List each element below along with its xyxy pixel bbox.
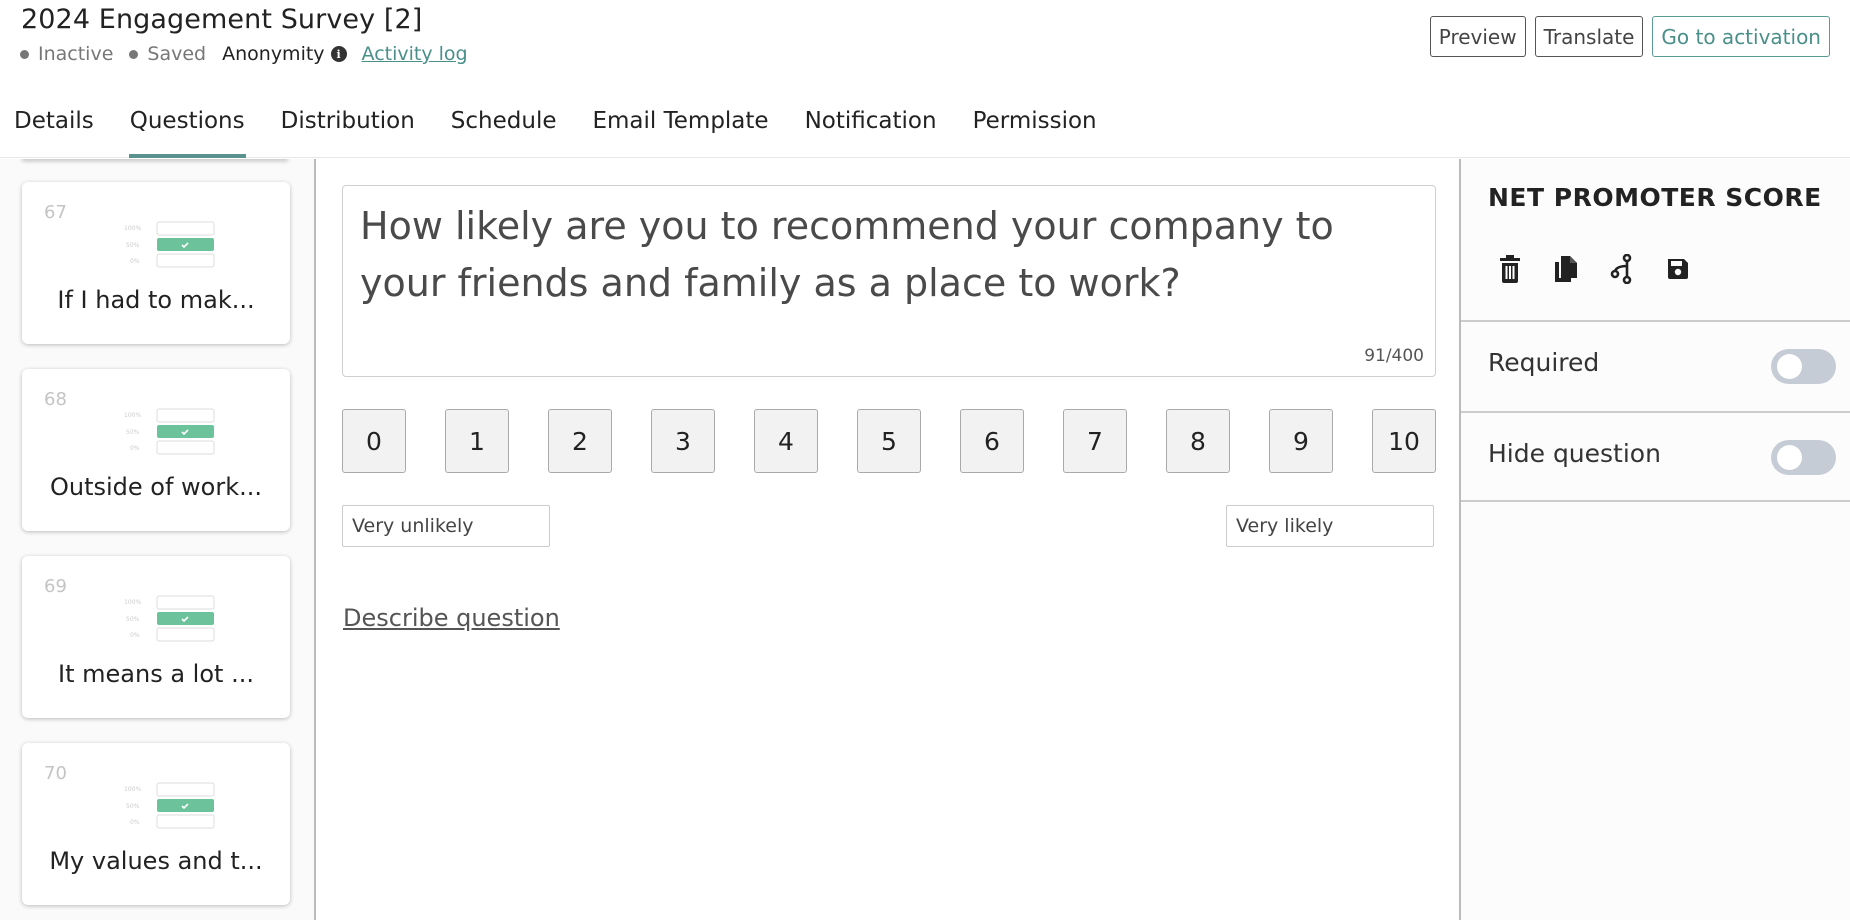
scale-option[interactable]: 4: [754, 409, 818, 473]
status-saved: Saved: [129, 43, 206, 65]
tab-permission[interactable]: Permission: [955, 100, 1115, 158]
translate-button[interactable]: Translate: [1534, 16, 1644, 57]
describe-question-link[interactable]: Describe question: [343, 604, 560, 632]
question-number: 68: [44, 389, 67, 410]
thumb-label-0: 0%: [130, 632, 140, 639]
scale-option[interactable]: 9: [1269, 409, 1333, 473]
anonymity-label: Anonymity: [222, 43, 325, 65]
copy-icon[interactable]: [1553, 255, 1579, 283]
save-icon[interactable]: [1665, 255, 1691, 283]
high-anchor-input[interactable]: [1226, 505, 1434, 547]
tab-distribution[interactable]: Distribution: [263, 100, 433, 158]
question-card[interactable]: 68 100% 50% 0% Outside of work...: [22, 369, 290, 531]
tab-schedule[interactable]: Schedule: [433, 100, 575, 158]
hide-question-toggle[interactable]: [1771, 440, 1836, 475]
question-number: 69: [44, 576, 67, 597]
question-text-input[interactable]: How likely are you to recommend your com…: [342, 185, 1436, 377]
question-card-label: It means a lot ...: [58, 660, 254, 688]
anonymity: Anonymity i: [222, 43, 347, 65]
thumb-label-0: 0%: [130, 258, 140, 265]
thumb-label-50: 50%: [126, 803, 140, 810]
thumb-label-100: 100%: [124, 412, 141, 419]
scale-option[interactable]: 5: [857, 409, 921, 473]
question-number: 70: [44, 763, 67, 784]
question-number: 67: [44, 202, 67, 223]
question-card-label: Outside of work...: [49, 473, 263, 501]
trash-icon[interactable]: [1497, 255, 1523, 283]
tab-notification[interactable]: Notification: [787, 100, 955, 158]
preview-button[interactable]: Preview: [1429, 16, 1526, 57]
thumb-label-100: 100%: [124, 786, 141, 793]
status-inactive-label: Inactive: [38, 43, 114, 65]
status-inactive: Inactive: [20, 43, 113, 65]
question-actions: [1497, 254, 1691, 284]
status-saved-label: Saved: [147, 43, 207, 65]
hide-question-setting: Hide question: [1461, 411, 1850, 502]
scale-option[interactable]: 0: [342, 409, 406, 473]
question-card-label: If I had to mak...: [57, 286, 255, 314]
thumb-label-0: 0%: [130, 445, 140, 452]
question-type-title: NET PROMOTER SCORE: [1488, 183, 1822, 212]
status-dot-icon: [129, 49, 139, 59]
question-card[interactable]: 67 100% 50% 0% If I had to mak...: [22, 182, 290, 344]
character-counter: 91/400: [1364, 346, 1424, 366]
tab-details[interactable]: Details: [0, 100, 112, 158]
branch-icon[interactable]: [1609, 254, 1635, 284]
thumb-label-50: 50%: [126, 242, 140, 249]
activity-log-link[interactable]: Activity log: [362, 43, 468, 65]
question-card[interactable]: 70 100% 50% 0% My values and t...: [22, 743, 290, 905]
low-anchor-input[interactable]: [342, 505, 550, 547]
rating-thumbnail-icon: 100% 50% 0%: [124, 408, 215, 455]
required-toggle[interactable]: [1771, 349, 1836, 384]
question-card[interactable]: 69 100% 50% 0% It means a lot ...: [22, 556, 290, 718]
toggle-knob: [1777, 445, 1802, 470]
tab-email-template[interactable]: Email Template: [575, 100, 787, 158]
hide-question-label: Hide question: [1488, 439, 1661, 468]
rating-thumbnail-icon: 100% 50% 0%: [124, 782, 215, 829]
toggle-knob: [1777, 354, 1802, 379]
scale-option[interactable]: 10: [1372, 409, 1436, 473]
question-editor: How likely are you to recommend your com…: [318, 159, 1460, 920]
header-actions: Preview Translate Go to activation: [1429, 16, 1830, 57]
go-to-activation-button[interactable]: Go to activation: [1652, 16, 1830, 57]
thumb-label-50: 50%: [126, 616, 140, 623]
rating-thumbnail-icon: 100% 50% 0%: [124, 595, 215, 642]
thumb-label-0: 0%: [130, 819, 140, 826]
thumb-label-100: 100%: [124, 225, 141, 232]
scale-option[interactable]: 6: [960, 409, 1024, 473]
rating-thumbnail-icon: 100% 50% 0%: [124, 221, 215, 268]
info-icon[interactable]: i: [330, 46, 347, 62]
question-list[interactable]: 67 100% 50% 0% If I had to mak... 68 100…: [0, 159, 316, 920]
tab-bar: Details Questions Distribution Schedule …: [0, 100, 1850, 158]
scale-option[interactable]: 2: [548, 409, 612, 473]
scale-option[interactable]: 8: [1166, 409, 1230, 473]
question-settings-panel: NET PROMOTER SCORE Required Hide questio…: [1459, 159, 1850, 920]
thumb-label-50: 50%: [126, 429, 140, 436]
question-card-label: My values and t...: [49, 847, 263, 875]
survey-title: 2024 Engagement Survey [2]: [21, 4, 423, 35]
status-dot-icon: [20, 49, 29, 59]
scale-option[interactable]: 3: [651, 409, 715, 473]
required-label: Required: [1488, 348, 1600, 377]
scale-option[interactable]: 7: [1063, 409, 1127, 473]
survey-meta: Inactive Saved Anonymity i Activity log: [20, 43, 468, 65]
scale-option[interactable]: 1: [445, 409, 509, 473]
tab-questions[interactable]: Questions: [112, 100, 263, 158]
thumb-label-100: 100%: [124, 599, 141, 606]
nps-scale: 0 1 2 3 4 5 6 7 8 9 10: [342, 409, 1436, 473]
required-setting: Required: [1461, 320, 1850, 411]
